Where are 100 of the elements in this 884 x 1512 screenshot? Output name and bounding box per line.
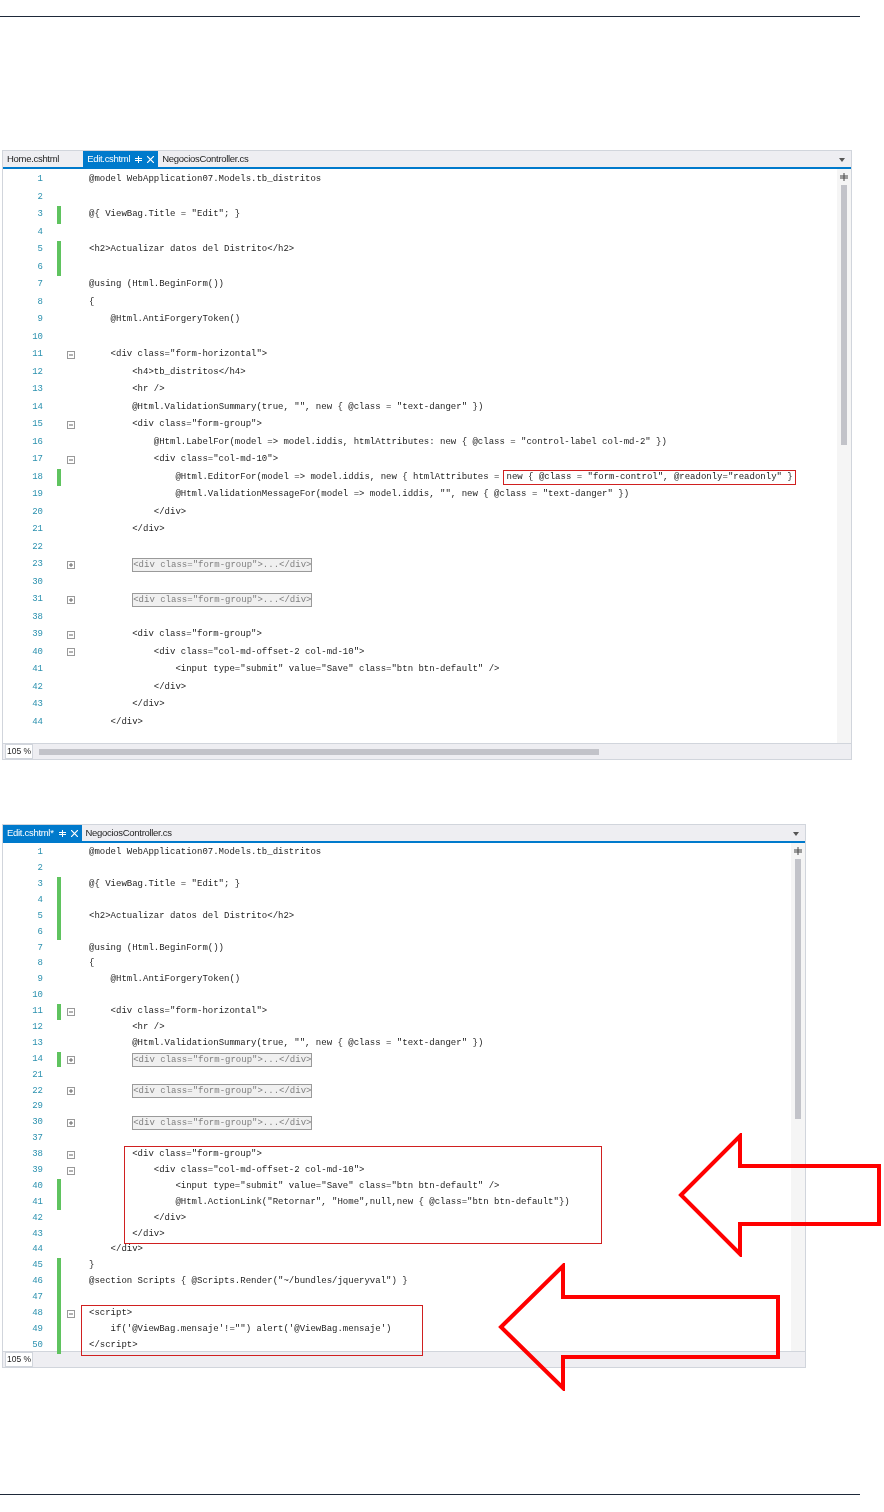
line-number: 6 bbox=[36, 260, 44, 274]
collapse-icon[interactable] bbox=[67, 455, 75, 464]
line-number: 31 bbox=[31, 593, 44, 606]
line-number: 46 bbox=[31, 1275, 44, 1289]
code-line: <div class="col-md-10"> bbox=[153, 453, 279, 466]
expand-icon[interactable] bbox=[67, 595, 75, 604]
code-line: @Html.ValidationSummary(true, "", new { @class = "text-danger" }) bbox=[132, 400, 484, 414]
code-line: <div class="col-md-offset-2 col-md-10"> bbox=[153, 645, 365, 659]
line-number: 30 bbox=[31, 575, 44, 589]
code-line: </div> bbox=[132, 1227, 165, 1241]
code-line: </div> bbox=[153, 1211, 187, 1225]
code-line: <div class="form-group"> bbox=[132, 418, 262, 431]
line-number: 7 bbox=[36, 278, 44, 291]
highlighted-code: new { @class = "form-control", @readonly="readonly" } bbox=[503, 469, 796, 485]
code-line: @Html.EditorFor(model => model.iddis, new { htmlAttributes = bbox=[175, 470, 500, 484]
file-tab[interactable]: Edit.cshtml* bbox=[3, 825, 82, 841]
collapse-icon[interactable] bbox=[67, 630, 75, 639]
line-number: 49 bbox=[31, 1322, 44, 1336]
line-number: 39 bbox=[31, 1164, 44, 1177]
vertical-scrollbar[interactable] bbox=[791, 843, 805, 1351]
scroll-thumb[interactable] bbox=[841, 185, 847, 445]
file-tab[interactable]: NegociosController.cs bbox=[81, 825, 176, 841]
code-line: @Html.ActionLink("Retornar", "Home",null,new { @class="btn btn-default"}) bbox=[175, 1195, 570, 1209]
vertical-scrollbar[interactable] bbox=[837, 169, 851, 743]
collapsed-code[interactable]: <div class="form-group">...</div> bbox=[132, 1052, 313, 1067]
expand-icon[interactable] bbox=[67, 1055, 75, 1064]
pin-icon[interactable] bbox=[135, 155, 143, 163]
code-line: @{ ViewBag.Title = "Edit"; } bbox=[89, 877, 241, 891]
line-number: 14 bbox=[31, 1052, 44, 1066]
collapsed-code[interactable]: <div class="form-group">...</div> bbox=[132, 557, 313, 572]
line-number: 43 bbox=[31, 698, 44, 711]
dropdown-icon[interactable] bbox=[839, 158, 845, 162]
split-icon[interactable] bbox=[794, 847, 802, 855]
code-line: <input type="submit" value="Save" class="btn btn-default" /> bbox=[175, 1179, 500, 1193]
code-line: </div> bbox=[110, 1243, 143, 1257]
file-tab[interactable]: Edit.cshtml bbox=[83, 151, 159, 167]
code-line: <div class="col-md-offset-2 col-md-10"> bbox=[153, 1164, 365, 1177]
line-number: 15 bbox=[31, 418, 44, 431]
code-line: if('@ViewBag.mensaje'!="") alert('@ViewBag.mensaje') bbox=[110, 1322, 392, 1336]
code-line: </div> bbox=[132, 698, 165, 711]
line-number: 10 bbox=[31, 330, 44, 344]
dropdown-icon[interactable] bbox=[793, 832, 799, 836]
code-line: <script> bbox=[89, 1307, 133, 1320]
close-icon[interactable] bbox=[70, 829, 78, 837]
collapsed-code[interactable]: <div class="form-group">...</div> bbox=[132, 1084, 313, 1099]
code-line: @using (Html.BeginForm()) bbox=[89, 941, 225, 955]
line-number: 42 bbox=[31, 680, 44, 694]
code-line: @{ ViewBag.Title = "Edit"; } bbox=[89, 208, 241, 221]
line-number: 47 bbox=[31, 1291, 44, 1305]
collapse-icon[interactable] bbox=[67, 350, 75, 359]
line-number: 45 bbox=[31, 1259, 44, 1273]
line-number: 4 bbox=[36, 225, 44, 239]
zoom-level[interactable]: 105 % bbox=[5, 744, 34, 759]
code-line: </div> bbox=[153, 505, 187, 519]
code-line: <h4>tb_distritos</h4> bbox=[132, 365, 246, 379]
line-number: 21 bbox=[31, 523, 44, 536]
line-number: 1 bbox=[36, 846, 44, 860]
line-number: 40 bbox=[31, 645, 44, 659]
collapse-icon[interactable] bbox=[67, 1007, 75, 1016]
collapse-icon[interactable] bbox=[67, 420, 75, 429]
code-line: <div class="form-horizontal"> bbox=[110, 1005, 268, 1019]
code-line: <hr /> bbox=[132, 1021, 165, 1034]
line-number: 48 bbox=[31, 1307, 44, 1320]
line-number: 22 bbox=[31, 540, 44, 554]
file-tab[interactable]: NegociosController.cs bbox=[158, 151, 253, 167]
line-number: 8 bbox=[36, 295, 44, 309]
line-number: 7 bbox=[36, 941, 44, 955]
collapsed-code[interactable]: <div class="form-group">...</div> bbox=[132, 1116, 313, 1131]
collapse-icon[interactable] bbox=[67, 1150, 75, 1159]
code-line: @section Scripts { @Scripts.Render("~/bundles/jqueryval") } bbox=[89, 1275, 408, 1289]
line-number: 29 bbox=[31, 1100, 44, 1114]
close-icon[interactable] bbox=[147, 155, 155, 163]
expand-icon[interactable] bbox=[67, 560, 75, 569]
line-number: 12 bbox=[31, 1021, 44, 1034]
line-number: 13 bbox=[31, 383, 44, 396]
collapse-icon[interactable] bbox=[67, 648, 75, 657]
expand-icon[interactable] bbox=[67, 1119, 75, 1128]
code-line: } bbox=[89, 1259, 95, 1273]
line-number: 2 bbox=[36, 862, 44, 876]
line-number: 22 bbox=[31, 1084, 44, 1098]
line-number: 44 bbox=[31, 715, 44, 729]
file-tab[interactable]: Home.cshtml bbox=[3, 151, 64, 167]
line-number: 40 bbox=[31, 1179, 44, 1193]
line-number: 5 bbox=[36, 909, 44, 923]
collapse-icon[interactable] bbox=[67, 1166, 75, 1175]
line-number: 43 bbox=[31, 1227, 44, 1241]
scroll-thumb[interactable] bbox=[795, 859, 801, 1119]
split-icon[interactable] bbox=[840, 173, 848, 181]
collapsed-code[interactable]: <div class="form-group">...</div> bbox=[132, 592, 313, 607]
zoom-level[interactable]: 105 % bbox=[5, 1352, 34, 1367]
code-line: </div> bbox=[153, 680, 187, 694]
code-line: <input type="submit" value="Save" class="btn btn-default" /> bbox=[175, 663, 500, 676]
expand-icon[interactable] bbox=[67, 1087, 75, 1096]
code-line: <h2>Actualizar datos del Distrito</h2> bbox=[89, 243, 295, 256]
pin-icon[interactable] bbox=[58, 829, 66, 837]
line-number: 18 bbox=[31, 470, 44, 484]
line-number: 9 bbox=[36, 973, 44, 987]
line-number: 12 bbox=[31, 365, 44, 379]
line-number: 37 bbox=[31, 1132, 44, 1146]
collapse-icon[interactable] bbox=[67, 1309, 75, 1318]
